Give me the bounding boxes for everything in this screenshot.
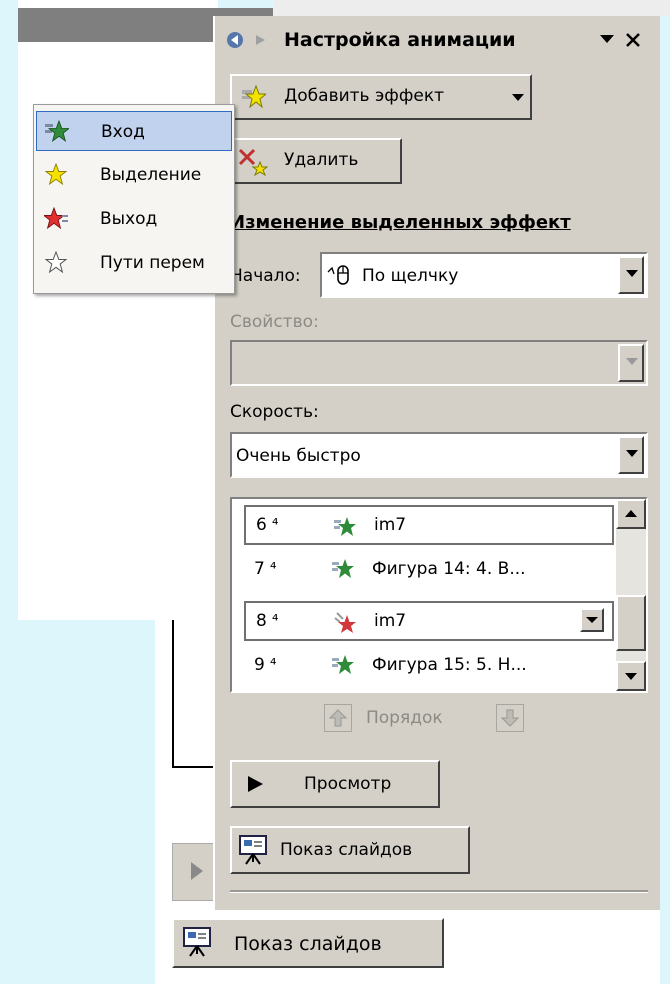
effect-name: Фигура 15: 5. Н...: [372, 655, 527, 675]
bottom-slideshow-button[interactable]: Показ слайдов: [172, 918, 444, 968]
remove-effect-icon: [238, 148, 268, 176]
mouse-click-icon: ⁴: [272, 611, 279, 630]
effect-order-number: 7: [254, 559, 265, 579]
close-icon[interactable]: [624, 31, 642, 49]
slideshow-button[interactable]: Показ слайдов: [230, 826, 470, 874]
property-label: Свойство:: [230, 312, 319, 332]
entrance-star-icon: [45, 120, 69, 143]
effects-list[interactable]: 6 ⁴ im7 7 ⁴ Фигура 14: 4. В... 8 ⁴ im7 9…: [230, 497, 648, 693]
menu-item-label: Пути перем: [100, 253, 205, 273]
list-scrollbar[interactable]: [616, 499, 646, 691]
mouse-click-icon: [327, 265, 349, 285]
remove-label: Удалить: [284, 150, 359, 170]
add-effect-submenu: Вход Выделение Выход Пути перем: [33, 104, 235, 294]
exit-star-icon: [44, 207, 68, 230]
pane-title: Настройка анимации: [284, 29, 516, 51]
play-icon: [248, 776, 263, 792]
menu-item-label: Вход: [101, 122, 145, 142]
entrance-star-icon: [332, 559, 354, 578]
preview-label: Просмотр: [304, 774, 392, 794]
pane-titlebar: Настройка анимации: [220, 20, 660, 60]
start-label: Начало:: [230, 266, 301, 286]
entrance-star-icon: [332, 655, 354, 674]
background-play-button[interactable]: [172, 843, 218, 901]
menu-item-exit[interactable]: Выход: [36, 199, 232, 239]
speed-select[interactable]: Очень быстро: [230, 432, 648, 478]
motion-path-star-icon: [44, 251, 68, 274]
list-item[interactable]: 6 ⁴ im7: [244, 505, 614, 545]
entrance-star-icon: [334, 517, 356, 536]
move-down-button[interactable]: [496, 704, 524, 732]
add-effect-button[interactable]: Добавить эффект: [230, 74, 532, 120]
menu-item-motion-paths[interactable]: Пути перем: [36, 243, 232, 283]
background-slide-area: [18, 0, 218, 620]
scroll-up-button[interactable]: [616, 499, 646, 529]
speed-value: Очень быстро: [236, 446, 361, 466]
start-value: По щелчку: [362, 266, 459, 286]
menu-item-entrance[interactable]: Вход: [36, 111, 232, 151]
up-arrow-icon: [328, 709, 348, 727]
pane-menu-dropdown-icon[interactable]: [600, 35, 614, 45]
arrow-up-icon: [625, 510, 637, 517]
play-icon: [191, 862, 203, 880]
list-item-selected[interactable]: 8 ⁴ im7: [244, 601, 614, 641]
section-heading: Изменение выделенных эффект: [230, 212, 571, 233]
bottom-slideshow-label: Показ слайдов: [234, 933, 382, 955]
mouse-click-icon: ⁴: [270, 559, 277, 578]
slide-border-line: [172, 620, 174, 768]
effect-order-number: 6: [256, 515, 267, 535]
down-arrow-icon: [500, 709, 520, 727]
add-effect-star-icon: [242, 84, 266, 109]
preview-button[interactable]: Просмотр: [230, 760, 440, 808]
mouse-click-icon: ⁴: [272, 515, 279, 534]
property-select[interactable]: [230, 340, 648, 386]
speed-dropdown-button[interactable]: [618, 436, 644, 474]
scroll-down-button[interactable]: [616, 661, 646, 691]
order-label: Порядок: [366, 708, 443, 728]
move-up-button[interactable]: [324, 704, 352, 732]
background-titlebar-right: [274, 0, 670, 16]
slide-border-line: [172, 766, 216, 768]
back-arrow-icon[interactable]: [226, 31, 244, 49]
add-effect-label: Добавить эффект: [284, 86, 445, 106]
scroll-thumb[interactable]: [616, 595, 646, 651]
menu-item-emphasis[interactable]: Выделение: [36, 155, 232, 195]
exit-star-icon: [334, 612, 356, 633]
menu-item-label: Выделение: [100, 165, 202, 185]
effect-order-number: 9: [254, 655, 265, 675]
start-dropdown-button[interactable]: [618, 256, 644, 294]
menu-item-label: Выход: [100, 209, 158, 229]
effect-order-number: 8: [256, 611, 267, 631]
list-item[interactable]: 9 ⁴ Фигура 15: 5. Н...: [244, 645, 614, 685]
effect-name: im7: [374, 515, 407, 535]
list-item[interactable]: 7 ⁴ Фигура 14: 4. В...: [244, 549, 614, 589]
start-select[interactable]: По щелчку: [320, 252, 648, 298]
slideshow-icon: [183, 927, 211, 957]
item-dropdown-button[interactable]: [580, 608, 604, 632]
emphasis-star-icon: [44, 163, 68, 186]
remove-button[interactable]: Удалить: [230, 138, 402, 184]
property-dropdown-button[interactable]: [618, 344, 644, 382]
effect-name: im7: [374, 611, 407, 631]
chevron-down-icon: [512, 94, 524, 101]
arrow-down-icon: [625, 673, 637, 680]
slideshow-label: Показ слайдов: [280, 840, 413, 860]
forward-arrow-icon[interactable]: [252, 31, 270, 49]
effect-name: Фигура 14: 4. В...: [372, 559, 526, 579]
separator: [230, 890, 648, 893]
slideshow-icon: [239, 835, 267, 865]
mouse-click-icon: ⁴: [270, 655, 277, 674]
speed-label: Скорость:: [230, 402, 319, 422]
